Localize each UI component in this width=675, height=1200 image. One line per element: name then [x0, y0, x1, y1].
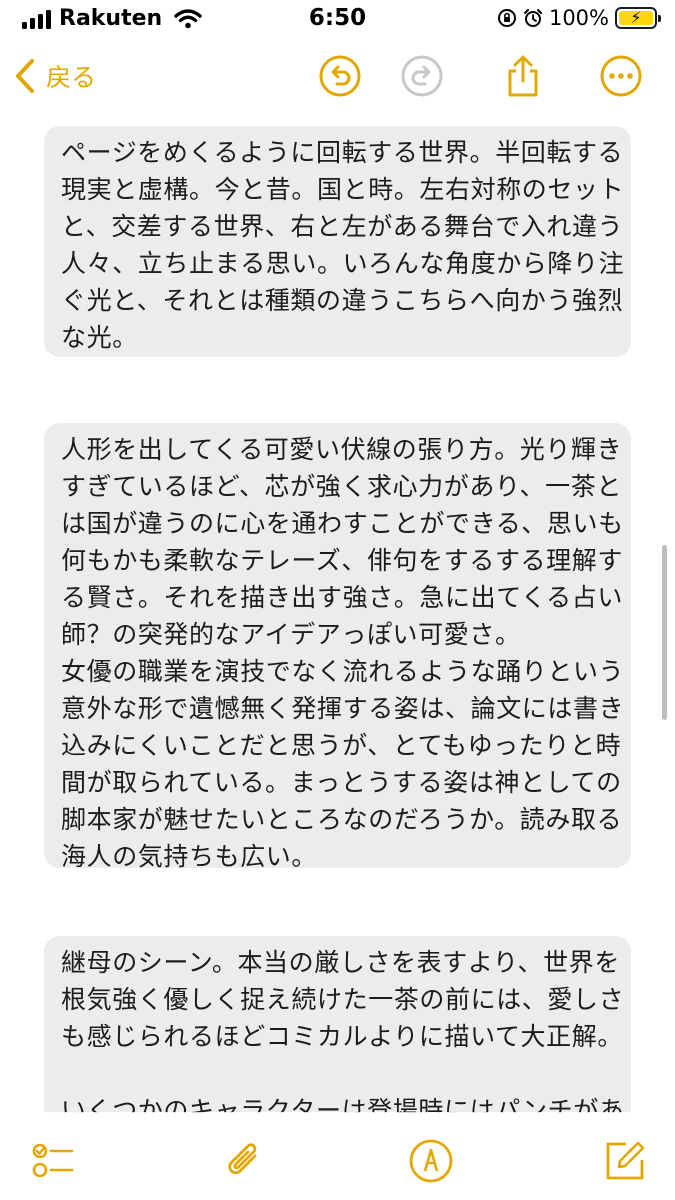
back-button[interactable]: 戻る [14, 58, 96, 94]
note-line: は国が違うのに心を通わすことができる、思いも [61, 509, 624, 538]
note-line: 意外な形で遺憾無く発揮する姿は、論文には書き [61, 694, 625, 723]
status-bar: Rakuten 6:50 100% ⚡ [0, 0, 675, 40]
alarm-icon [523, 9, 542, 27]
note-line: 間が取られている。まっとうする姿は神としての [61, 768, 622, 797]
note-line: いくつかのキャラクターは登場時にはパンチがあ [61, 1096, 625, 1113]
note-line: ぐ光と、それとは種類の違うこちらへ向かう強烈 [61, 286, 624, 315]
note-line: も感じられるほどコミカルよりに描いて大正解。 [61, 1022, 623, 1051]
redo-icon[interactable] [400, 54, 444, 98]
note-line: 人形を出してくる可愛い伏線の張り方。光り輝き [61, 435, 623, 464]
note-block-2[interactable]: 人形を出してくる可愛い伏線の張り方。光り輝き すぎているほど、芯が強く求心力があ… [44, 423, 631, 871]
nav-bar: 戻る [0, 48, 675, 108]
note-line: 海人の気持ちも広い。 [61, 842, 318, 871]
share-icon[interactable] [501, 54, 545, 98]
status-right: 100% ⚡ [497, 6, 661, 30]
paperclip-icon[interactable] [222, 1138, 268, 1184]
note-line: ページをめくるように回転する世界。半回転する [61, 138, 624, 167]
scroll-indicator[interactable] [662, 545, 667, 720]
bottom-toolbar [0, 1112, 675, 1200]
battery-percent: 100% [548, 6, 609, 30]
note-line: すぎているほど、芯が強く求心力があり、一茶と [61, 472, 622, 501]
note-block-3[interactable]: 継母のシーン。本当の厳しさを表すより、世界を 根気強く優しく捉え続けた一茶の前に… [44, 936, 631, 1113]
note-line: 脚本家が魅せたいところなのだろうか。読み取る [61, 805, 623, 834]
markup-pen-icon[interactable] [408, 1138, 454, 1184]
note-line: 何もかも柔軟なテレーズ、俳句をするする理解す [61, 546, 623, 575]
back-label: 戻る [46, 63, 97, 92]
undo-icon[interactable] [318, 54, 362, 98]
note-line: 人々、立ち止まる思い。いろんな角度から降り注 [61, 249, 625, 278]
note-block-1[interactable]: ページをめくるように回転する世界。半回転する 現実と虚構。今と昔。国と時。左右対… [44, 126, 631, 357]
note-line: 継母のシーン。本当の厳しさを表すより、世界を [61, 948, 620, 977]
note-line: 根気強く優しく捉え続けた一茶の前には、愛しさ [61, 985, 625, 1014]
charging-bolt-icon: ⚡ [630, 8, 642, 27]
note-content[interactable]: ページをめくるように回転する世界。半回転する 現実と虚構。今と昔。国と時。左右対… [0, 118, 675, 1113]
note-line: 込みにくいことだと思うが、とてもゆったりと時 [61, 731, 622, 760]
checklist-icon[interactable] [30, 1138, 76, 1184]
orientation-lock-icon [497, 9, 516, 27]
compose-icon[interactable] [602, 1138, 648, 1184]
note-line: と、交差する世界、右と左がある舞台で入れ違う [61, 212, 624, 241]
note-line: 師？の突発的なアイデアっぽい可愛さ。 [61, 620, 521, 649]
note-line: な光。 [61, 323, 138, 352]
chevron-left-icon [16, 59, 34, 93]
more-icon[interactable] [599, 54, 643, 98]
note-empty-line [61, 1055, 615, 1092]
note-line: る賢さ。それを描き出す強さ。急に出てくる占い [61, 583, 623, 612]
battery-cap [658, 15, 661, 22]
note-line: 現実と虚構。今と昔。国と時。左右対称のセット [61, 175, 625, 204]
battery-charging-icon: ⚡ [615, 7, 661, 29]
note-line: 女優の職業を演技でなく流れるような踊りという [61, 657, 625, 686]
